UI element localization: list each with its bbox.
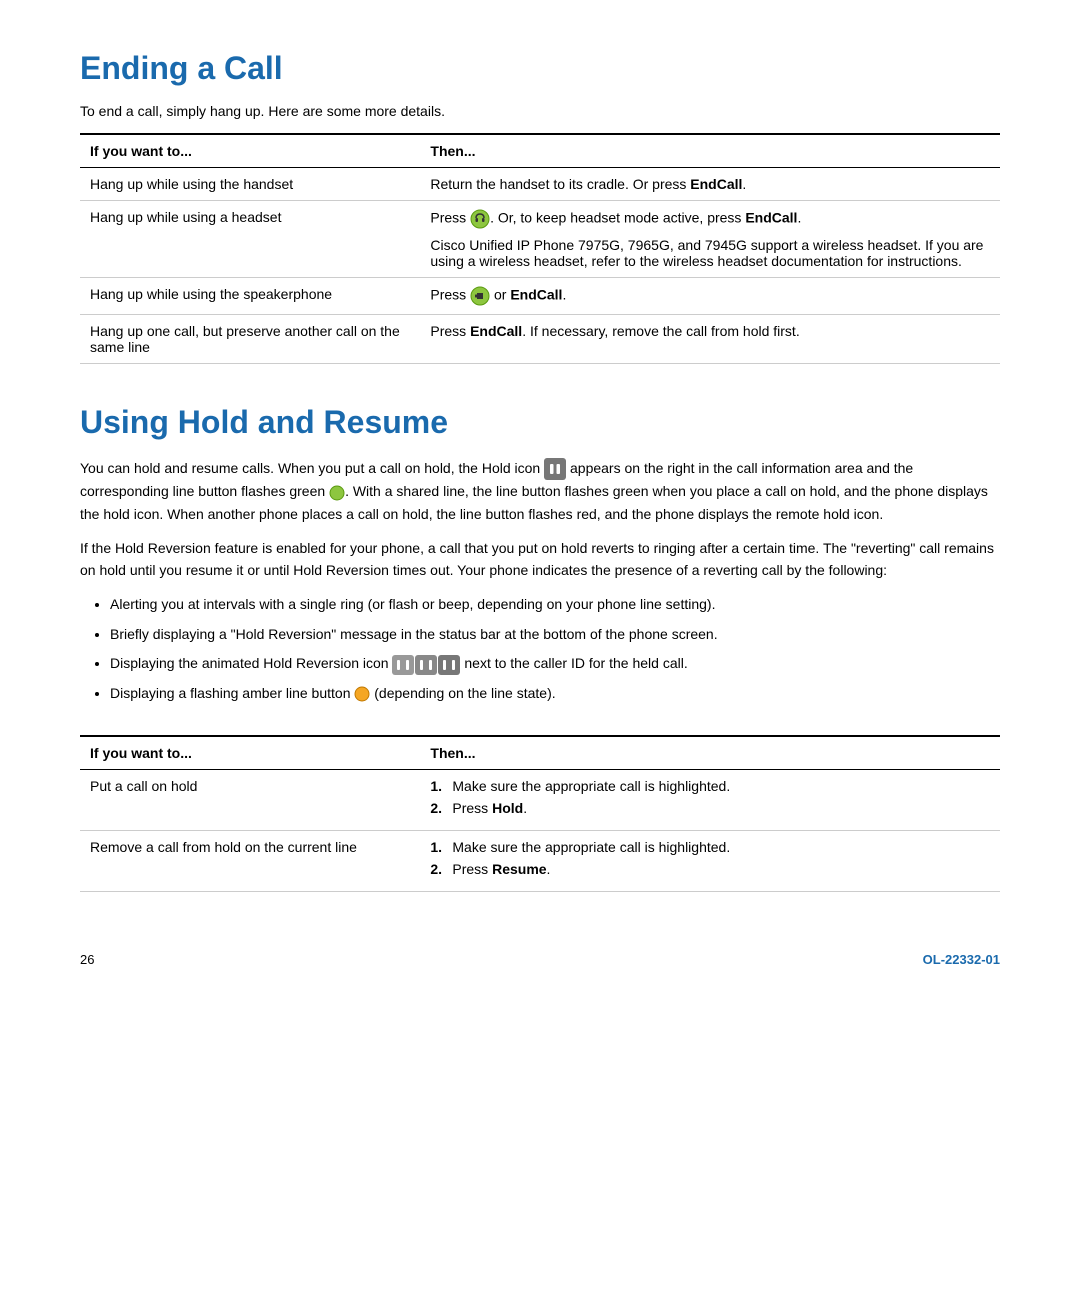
green-circle-icon xyxy=(329,485,345,501)
table-cell-then: 1. Make sure the appropriate call is hig… xyxy=(420,769,1000,830)
list-item: Displaying the animated Hold Reversion i… xyxy=(110,653,1000,675)
list-item: Displaying a flashing amber line button … xyxy=(110,683,1000,705)
section2-body: You can hold and resume calls. When you … xyxy=(80,457,1000,705)
footer: 26 OL-22332-01 xyxy=(80,952,1000,967)
doc-reference: OL-22332-01 xyxy=(923,952,1000,967)
endcall-bold2: EndCall xyxy=(745,210,797,226)
table-row: Hang up while using the speakerphone Pre… xyxy=(80,278,1000,315)
table-row: Hang up one call, but preserve another c… xyxy=(80,315,1000,364)
table-cell-want: Put a call on hold xyxy=(80,769,420,830)
col2-header-hr: Then... xyxy=(420,736,1000,770)
section2-para1: You can hold and resume calls. When you … xyxy=(80,457,1000,525)
hold-reversion-icons xyxy=(392,655,460,675)
table-cell-then: Press or EndCall. xyxy=(420,278,1000,315)
hr-icon1 xyxy=(392,655,414,675)
table-cell-want: Hang up one call, but preserve another c… xyxy=(80,315,420,364)
table-cell-then: Return the handset to its cradle. Or pre… xyxy=(420,168,1000,201)
endcall-bold4: EndCall xyxy=(470,323,522,339)
bullet-list: Alerting you at intervals with a single … xyxy=(110,594,1000,705)
section1-intro: To end a call, simply hang up. Here are … xyxy=(80,103,1000,119)
col1-header-hr: If you want to... xyxy=(80,736,420,770)
table-row: Hang up while using the handset Return t… xyxy=(80,168,1000,201)
table-cell-want: Hang up while using the handset xyxy=(80,168,420,201)
table-row: Put a call on hold 1. Make sure the appr… xyxy=(80,769,1000,830)
section2-title: Using Hold and Resume xyxy=(80,404,1000,441)
steps-list2: 1. Make sure the appropriate call is hig… xyxy=(430,839,990,877)
list-item: 1. Make sure the appropriate call is hig… xyxy=(430,839,990,855)
list-item: 2. Press Resume. xyxy=(430,861,990,877)
amber-circle-icon xyxy=(354,686,370,702)
endcall-bold3: EndCall xyxy=(510,287,562,303)
table-row: Hang up while using a headset Press . Or… xyxy=(80,201,1000,278)
table-cell-then: Press . Or, to keep headset mode active,… xyxy=(420,201,1000,278)
page-number: 26 xyxy=(80,952,94,967)
table-row: Remove a call from hold on the current l… xyxy=(80,830,1000,891)
list-item: 1. Make sure the appropriate call is hig… xyxy=(430,778,990,794)
list-item: 2. Press Hold. xyxy=(430,800,990,816)
speaker-icon xyxy=(470,286,490,306)
table-cell-want: Remove a call from hold on the current l… xyxy=(80,830,420,891)
table-cell-want: Hang up while using a headset xyxy=(80,201,420,278)
hold-resume-table: If you want to... Then... Put a call on … xyxy=(80,735,1000,892)
col2-header: Then... xyxy=(420,134,1000,168)
headset-icon xyxy=(470,209,490,229)
table-cell-want: Hang up while using the speakerphone xyxy=(80,278,420,315)
hold-icon-large xyxy=(544,458,566,480)
ending-call-table: If you want to... Then... Hang up while … xyxy=(80,133,1000,364)
list-item: Briefly displaying a "Hold Reversion" me… xyxy=(110,624,1000,646)
table-cell-then: 1. Make sure the appropriate call is hig… xyxy=(420,830,1000,891)
hr-icon2 xyxy=(415,655,437,675)
endcall-bold: EndCall xyxy=(690,176,742,192)
hr-icon3 xyxy=(438,655,460,675)
table-cell-then: Press EndCall. If necessary, remove the … xyxy=(420,315,1000,364)
list-item: Alerting you at intervals with a single … xyxy=(110,594,1000,616)
section1-title: Ending a Call xyxy=(80,50,1000,87)
steps-list: 1. Make sure the appropriate call is hig… xyxy=(430,778,990,816)
col1-header: If you want to... xyxy=(80,134,420,168)
section2-para2: If the Hold Reversion feature is enabled… xyxy=(80,537,1000,582)
